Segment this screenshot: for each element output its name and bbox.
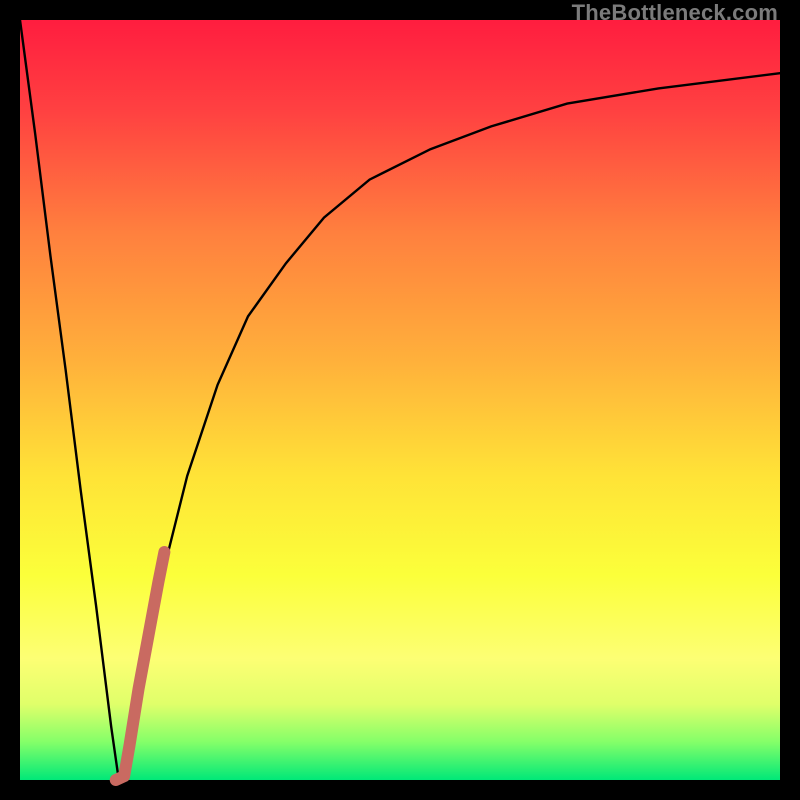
- curve-left-branch: [20, 20, 119, 780]
- curve-right-branch: [124, 73, 780, 780]
- watermark-text: TheBottleneck.com: [572, 0, 778, 26]
- outer-frame: TheBottleneck.com: [0, 0, 800, 800]
- highlight-segment: [116, 552, 165, 780]
- plot-svg: [20, 20, 780, 780]
- plot-area: [20, 20, 780, 780]
